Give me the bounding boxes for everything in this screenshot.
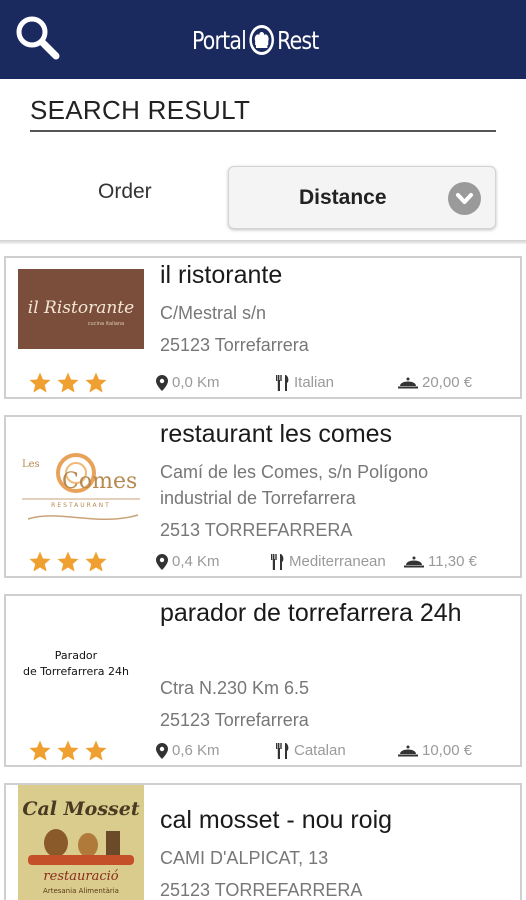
location-pin-icon [156, 553, 168, 570]
star-icon [85, 740, 107, 761]
location-pin-icon [156, 742, 168, 759]
address-line: 2513 TORREFARRERA [160, 520, 353, 540]
star-icon [85, 372, 107, 393]
address-line: C/Mestral s/n [160, 303, 267, 323]
distance-value: 0,0 Km [172, 374, 220, 391]
distance-value: 0,4 Km [172, 553, 220, 570]
star-icon [57, 551, 79, 572]
cutlery-icon [271, 553, 284, 570]
price: 10,00 € [398, 742, 472, 759]
address-line: Ctra N.230 Km 6.5 [160, 678, 310, 698]
portalrest-logo[interactable]: Portal Rest [192, 20, 319, 60]
star-icon [29, 372, 51, 393]
order-label: Order [98, 180, 152, 203]
search-result-header: SEARCH RESULT [30, 92, 496, 132]
svg-text:RESTAURANT: RESTAURANT [51, 502, 111, 509]
restaurant-name: il ristorante [160, 261, 283, 289]
price-value: 11,30 € [428, 553, 477, 570]
top-app-bar: Portal Rest [0, 0, 526, 79]
price-value: 10,00 € [422, 742, 473, 759]
address-line: 25123 TORREFARRERA [160, 880, 363, 900]
dish-icon [398, 377, 418, 388]
restaurant-logo-image: Les Comes RESTAURANT [18, 431, 144, 531]
dish-icon [404, 556, 424, 567]
result-card[interactable]: Les Comes RESTAURANT restaurant les come… [4, 415, 522, 578]
search-icon[interactable] [12, 12, 64, 64]
dish-icon [398, 745, 418, 756]
page-title: SEARCH RESULT [30, 95, 251, 125]
svg-text:Artesania Alimentària: Artesania Alimentària [43, 887, 119, 895]
cuisine-value: Catalan [294, 742, 346, 759]
restaurant-name: restaurant les comes [160, 420, 393, 448]
chevron-down-icon [448, 182, 481, 215]
star-icon [57, 372, 79, 393]
order-dropdown[interactable]: Distance [228, 166, 496, 229]
svg-text:Comes: Comes [62, 469, 137, 494]
restaurant-name: parador de torrefarrera 24h [160, 599, 462, 627]
distance: 0,4 Km [156, 553, 220, 570]
svg-text:cucina italiana: cucina italiana [88, 321, 124, 327]
address-line: industrial de Torrefarrera [160, 488, 356, 508]
rating-stars [28, 739, 108, 763]
address-line: CAMI D'ALPICAT, 13 [160, 848, 329, 868]
divider [0, 240, 526, 244]
price: 20,00 € [398, 374, 472, 391]
result-card[interactable]: Parador de Torrefarrera 24h parador de t… [4, 594, 522, 767]
logo-text-right: Rest [277, 25, 319, 55]
star-icon [85, 551, 107, 572]
rating-stars [28, 550, 108, 574]
restaurant-name: cal mosset - nou roig [160, 806, 393, 834]
cuisine: Mediterranean [271, 553, 386, 570]
distance-value: 0,6 Km [172, 742, 220, 759]
address-line: 25123 Torrefarrera [160, 710, 309, 730]
price: 11,30 € [404, 553, 477, 570]
star-icon [29, 551, 51, 572]
cuisine-value: Mediterranean [289, 553, 386, 570]
cuisine: Italian [276, 374, 334, 391]
star-icon [57, 740, 79, 761]
distance: 0,0 Km [156, 374, 220, 391]
cuisine-value: Italian [294, 374, 335, 391]
price-value: 20,00 € [422, 374, 473, 391]
svg-text:de Torrefarrera 24h: de Torrefarrera 24h [23, 665, 129, 678]
address-line: 25123 Torrefarrera [160, 335, 309, 355]
cuisine: Catalan [276, 742, 346, 759]
svg-text:il Ristorante: il Ristorante [28, 298, 134, 318]
restaurant-logo-image: Parador de Torrefarrera 24h [18, 636, 144, 696]
result-card[interactable]: il Ristorante cucina italiana il ristora… [4, 256, 522, 399]
result-card[interactable]: Cal Mosset restauració Artesania Aliment… [4, 783, 522, 900]
svg-text:restauració: restauració [43, 869, 118, 884]
order-selected-value: Distance [299, 186, 387, 209]
star-icon [29, 740, 51, 761]
distance: 0,6 Km [156, 742, 220, 759]
restaurant-logo-image: il Ristorante cucina italiana [18, 269, 144, 349]
svg-text:Cal Mosset: Cal Mosset [22, 798, 139, 820]
cutlery-icon [276, 742, 289, 759]
cutlery-icon [276, 374, 289, 391]
logo-text-left: Portal [192, 25, 247, 55]
chef-hat-icon [248, 23, 276, 57]
svg-text:Les: Les [22, 459, 40, 470]
rating-stars [28, 371, 108, 395]
location-pin-icon [156, 374, 168, 391]
restaurant-logo-image: Cal Mosset restauració Artesania Aliment… [18, 785, 144, 900]
svg-text:Parador: Parador [55, 649, 98, 662]
